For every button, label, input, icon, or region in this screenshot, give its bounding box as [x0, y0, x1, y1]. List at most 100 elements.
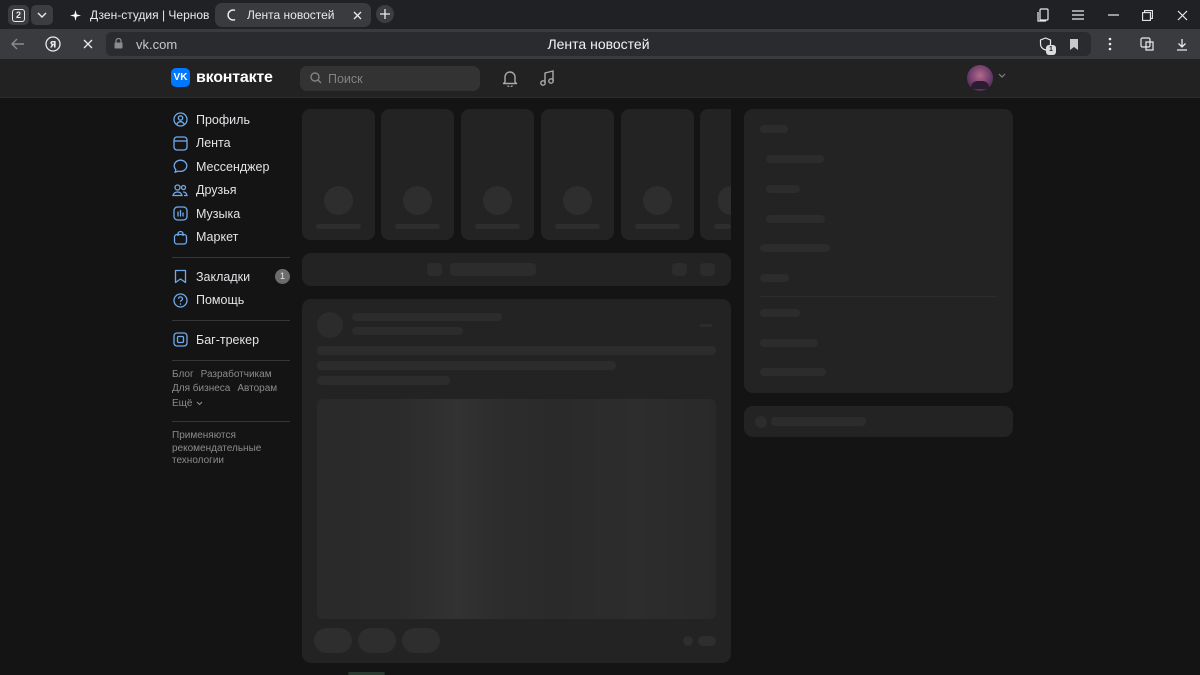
- reader-mode-button[interactable]: [1137, 34, 1157, 54]
- stop-loading-button[interactable]: [78, 34, 98, 54]
- browser-tab-dzen[interactable]: Дзен-студия | Черновик: [58, 3, 210, 27]
- notifications-button[interactable]: [500, 68, 520, 88]
- avatar[interactable]: [967, 65, 993, 91]
- tab-list-dropdown[interactable]: [31, 5, 53, 25]
- feed-icon: [172, 135, 188, 151]
- footer-link-business[interactable]: Для бизнеса: [172, 383, 230, 394]
- bookmarks-collection-icon: [1037, 8, 1049, 22]
- sidebar-item-feed[interactable]: Лента: [172, 132, 292, 156]
- divider: [172, 421, 290, 422]
- left-sidebar: Профиль Лента Мессенджер Друзья Музыка М…: [172, 108, 292, 468]
- tab-count: 2: [12, 8, 25, 22]
- story-card-skeleton: [541, 109, 614, 240]
- restore-button[interactable]: [1137, 5, 1157, 25]
- footer-link-authors[interactable]: Авторам: [237, 383, 277, 394]
- downloads-button[interactable]: [1172, 34, 1192, 54]
- sidebar-item-label: Профиль: [196, 112, 250, 127]
- tab-label: Лента новостей: [247, 8, 335, 22]
- sidebar-item-label: Мессенджер: [196, 159, 270, 174]
- sidebar-item-label: Закладки: [196, 269, 251, 284]
- chevron-down-icon[interactable]: [998, 73, 1006, 78]
- minimize-button[interactable]: [1103, 5, 1123, 25]
- story-card-skeleton: [302, 109, 375, 240]
- bookmark-icon: [172, 269, 188, 285]
- new-tab-button[interactable]: [376, 5, 394, 23]
- sidebar-item-label: Помощь: [196, 293, 245, 308]
- close-window-button[interactable]: [1172, 5, 1192, 25]
- browser-address-bar: Я vk.com Лента новостей 1: [0, 29, 1200, 59]
- sidebar-item-music[interactable]: Музыка: [172, 202, 292, 226]
- sidebar-item-friends[interactable]: Друзья: [172, 179, 292, 203]
- right-menu-skeleton: [744, 109, 1013, 393]
- collections-button[interactable]: [1034, 5, 1054, 25]
- sidebar-item-market[interactable]: Маркет: [172, 226, 292, 250]
- chevron-down-icon: [197, 401, 203, 406]
- url-field[interactable]: vk.com Лента новостей 1: [106, 32, 1091, 56]
- story-card-skeleton: [700, 109, 731, 240]
- browser-menu-button[interactable]: [1068, 5, 1088, 25]
- sidebar-item-help[interactable]: Помощь: [172, 289, 292, 313]
- back-button[interactable]: [8, 34, 28, 54]
- search-input[interactable]: Поиск: [300, 66, 480, 91]
- yandex-button[interactable]: Я: [43, 34, 63, 54]
- search-placeholder: Поиск: [328, 72, 363, 86]
- yandex-logo-icon: Я: [45, 36, 61, 52]
- profile-icon: [172, 112, 188, 128]
- bell-icon: [502, 70, 518, 87]
- extension-badge: 1: [1046, 45, 1056, 55]
- footer-more-button[interactable]: Ещё: [172, 397, 292, 412]
- vk-logo-text: вконтакте: [196, 68, 273, 86]
- bookmark-page-button[interactable]: [1066, 36, 1082, 52]
- sidebar-item-label: Баг-трекер: [196, 332, 260, 347]
- search-icon: [310, 72, 322, 84]
- page-title: Лента новостей: [547, 36, 650, 52]
- more-vertical-icon: [1108, 37, 1112, 51]
- footer-link-developers[interactable]: Разработчикам: [201, 369, 272, 380]
- svg-text:Я: Я: [50, 41, 57, 51]
- hamburger-menu-icon: [1072, 10, 1084, 20]
- divider: [172, 257, 290, 258]
- post-composer-skeleton: [302, 253, 731, 286]
- close-icon[interactable]: [350, 8, 364, 22]
- help-icon: [172, 292, 188, 308]
- story-card-skeleton: [461, 109, 534, 240]
- loading-spinner-icon: [224, 7, 240, 23]
- more-options-button[interactable]: [1100, 34, 1120, 54]
- tab-label: Дзен-студия | Черновик: [90, 8, 210, 22]
- close-icon: [1177, 10, 1187, 20]
- sidebar-item-label: Маркет: [196, 230, 239, 245]
- bug-tracker-icon: [172, 332, 188, 348]
- browser-tab-bar: 2 Дзен-студия | Черновик Лента новостей: [0, 0, 1200, 29]
- divider: [172, 359, 290, 361]
- sidebar-item-label: Музыка: [196, 206, 241, 221]
- extension-button[interactable]: 1: [1037, 36, 1056, 55]
- minimize-icon: [1107, 14, 1119, 16]
- vk-logo[interactable]: VK вконтакте: [171, 68, 273, 87]
- music-player-button[interactable]: [537, 68, 557, 88]
- bookmark-icon: [1070, 38, 1078, 50]
- music-note-icon: [540, 69, 554, 86]
- bookmarks-count-badge: 1: [275, 269, 290, 284]
- close-icon: [83, 39, 93, 49]
- sidebar-item-bookmarks[interactable]: Закладки 1: [172, 265, 292, 289]
- sparkle-icon: [67, 7, 83, 23]
- restore-window-icon: [1141, 9, 1153, 21]
- tab-counter-button[interactable]: 2: [8, 5, 29, 25]
- friends-icon: [172, 182, 188, 198]
- right-widget-skeleton: [744, 406, 1013, 437]
- vk-logo-icon: VK: [171, 68, 190, 87]
- sidebar-item-profile[interactable]: Профиль: [172, 108, 292, 132]
- recommendation-note[interactable]: Применяются рекомендательные технологии: [172, 430, 287, 468]
- market-icon: [172, 229, 188, 245]
- plus-icon: [380, 9, 390, 19]
- music-icon: [172, 206, 188, 222]
- messenger-icon: [172, 159, 188, 175]
- translate-icon: [1139, 37, 1154, 51]
- sidebar-item-label: Лента: [196, 136, 231, 151]
- story-card-skeleton: [381, 109, 454, 240]
- sidebar-item-label: Друзья: [196, 183, 237, 198]
- footer-link-blog[interactable]: Блог: [172, 369, 194, 380]
- sidebar-item-bug-tracker[interactable]: Баг-трекер: [172, 328, 292, 352]
- sidebar-item-messenger[interactable]: Мессенджер: [172, 155, 292, 179]
- browser-tab-feed[interactable]: Лента новостей: [215, 3, 371, 27]
